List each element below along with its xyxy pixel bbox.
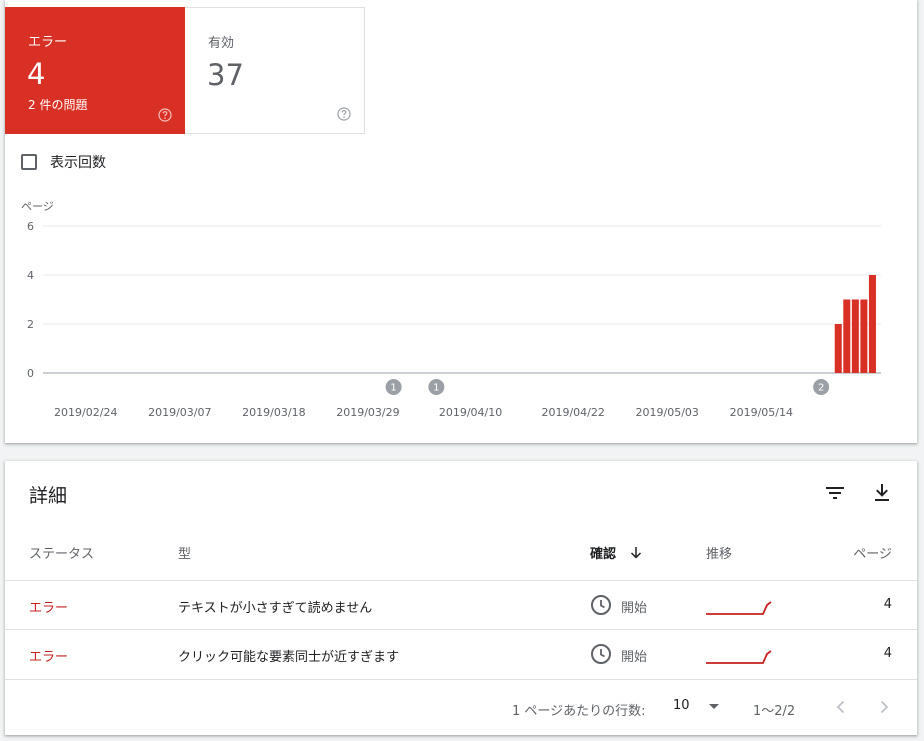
details-card: 詳細 ステータス 型 確認 推移 ページ エラー テキストが小さすぎて読めません… (5, 461, 917, 735)
error-tile-label: エラー (28, 35, 68, 50)
x-tick-label: 2019/03/18 (242, 406, 305, 419)
x-tick-label: 2019/03/07 (148, 406, 211, 419)
error-tile-count: 4 (27, 57, 46, 91)
impressions-toggle[interactable]: 表示回数 (21, 152, 106, 172)
row-pages: 4 (883, 646, 892, 661)
row-type: テキストが小さすぎて読めません (178, 601, 373, 616)
valid-tile-label: 有効 (208, 36, 235, 51)
chevron-left-icon[interactable] (830, 696, 852, 718)
pages-chart: ページ 6 4 2 0 2019/02/24 2019/03/07 2019/03/18 201… (21, 200, 881, 419)
annotation-label: 1 (433, 383, 439, 394)
column-validation-label: 確認 (590, 547, 617, 562)
row-pages: 4 (883, 597, 892, 612)
dropdown-triangle-icon (708, 703, 719, 709)
trend-sparkline (706, 650, 772, 664)
download-icon[interactable] (870, 481, 894, 505)
help-icon[interactable] (158, 108, 172, 122)
column-status[interactable]: ステータス (29, 543, 94, 562)
clock-icon (591, 644, 611, 664)
y-tick-label: 6 (27, 220, 34, 233)
valid-tile[interactable]: 有効 37 (185, 7, 365, 134)
y-tick-label: 4 (27, 269, 34, 282)
y-tick-label: 2 (27, 318, 34, 331)
trend-sparkline (706, 601, 772, 615)
error-tile[interactable]: エラー 4 2 件の問題 (5, 7, 185, 134)
row-type: クリック可能な要素同士が近すぎます (178, 650, 400, 665)
filter-icon[interactable] (823, 481, 847, 505)
impressions-label: 表示回数 (50, 155, 106, 171)
clock-icon (591, 595, 611, 615)
chevron-right-icon[interactable] (873, 696, 895, 718)
details-title: 詳細 (29, 485, 68, 507)
column-type[interactable]: 型 (178, 543, 191, 562)
row-validation: 開始 (621, 601, 648, 616)
x-tick-label: 2019/04/22 (541, 406, 604, 419)
table-row[interactable]: エラー テキストが小さすぎて読めません 開始 4 (5, 580, 917, 630)
x-tick-label: 2019/05/14 (730, 406, 793, 419)
rows-per-page-value: 10 (673, 698, 690, 713)
bar (834, 324, 842, 373)
bar (860, 299, 868, 373)
x-tick-label: 2019/05/03 (636, 406, 699, 419)
sort-arrow-down-icon (630, 547, 641, 559)
rows-per-page-select[interactable]: 10 (673, 698, 720, 713)
y-axis-label: ページ (21, 200, 54, 213)
x-tick-label: 2019/02/24 (54, 406, 117, 419)
bar (868, 275, 876, 373)
summary-card: エラー 4 2 件の問題 有効 37 表示回数 ページ 6 4 2 0 2019/02/2… (5, 0, 917, 443)
row-validation: 開始 (621, 650, 648, 665)
error-tile-issues: 2 件の問題 (28, 98, 88, 112)
annotation-label: 2 (818, 383, 824, 394)
row-status: エラー (29, 601, 69, 616)
column-trend[interactable]: 推移 (706, 543, 732, 562)
bar (843, 299, 851, 373)
impressions-checkbox[interactable] (21, 154, 37, 170)
y-tick-label: 0 (27, 367, 34, 380)
pagination-bar: 1 ページあたりの行数: 10 1〜2/2 (5, 679, 917, 736)
bar (851, 299, 859, 373)
page-range: 1〜2/2 (753, 704, 796, 719)
column-validation[interactable]: 確認 (590, 543, 643, 562)
x-tick-label: 2019/04/10 (439, 406, 502, 419)
column-pages[interactable]: ページ (853, 543, 892, 562)
help-icon[interactable] (337, 107, 351, 121)
x-tick-label: 2019/03/29 (336, 406, 399, 419)
annotation-label: 1 (390, 383, 396, 394)
table-row[interactable]: エラー クリック可能な要素同士が近すぎます 開始 4 (5, 629, 917, 679)
valid-tile-count: 37 (207, 58, 244, 92)
rows-per-page-label: 1 ページあたりの行数: (512, 704, 646, 719)
row-status: エラー (29, 650, 69, 665)
